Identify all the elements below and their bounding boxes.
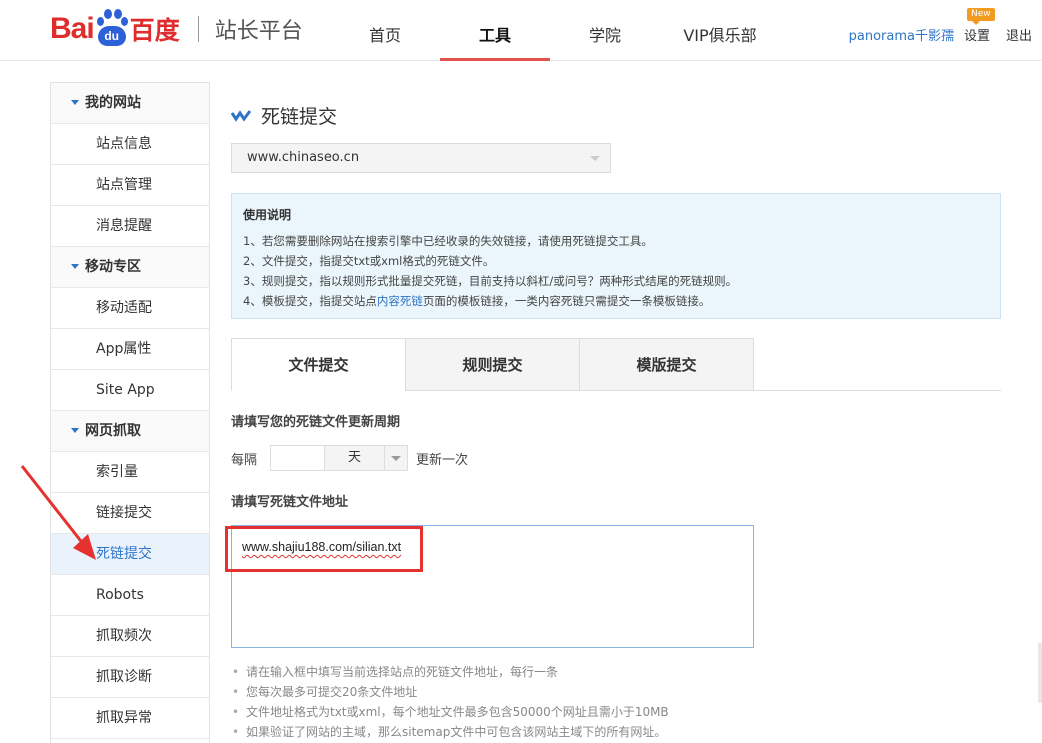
period-row: 每隔 天 更新一次 bbox=[231, 445, 468, 471]
caret-down-icon bbox=[71, 263, 79, 269]
settings-link[interactable]: New 设置 bbox=[963, 8, 995, 44]
sidebar-item-app-attr[interactable]: App属性 bbox=[51, 329, 209, 370]
sidebar-item-crawl-diag[interactable]: 抓取诊断 bbox=[51, 657, 209, 698]
sidebar-item-site-app[interactable]: Site App bbox=[51, 370, 209, 411]
tip-item: 文件地址格式为txt或xml，每个地址文件最多包含50000个网址且需小于10M… bbox=[232, 702, 669, 722]
tab-file-submit[interactable]: 文件提交 bbox=[231, 338, 406, 391]
tip-item: 您每次最多可提交20条文件地址 bbox=[232, 682, 669, 702]
usage-title: 使用说明 bbox=[243, 208, 292, 222]
sidebar: 我的网站 站点信息 站点管理 消息提醒 移动专区 移动适配 App属性 Site… bbox=[50, 82, 210, 743]
scrollbar[interactable] bbox=[1038, 643, 1042, 703]
logo-baidu-text: 百度 bbox=[129, 16, 180, 45]
period-label: 请填写您的死链文件更新周期 bbox=[231, 415, 401, 430]
chevron-down-icon bbox=[590, 156, 600, 161]
usage-line-1: 1、若您需要删除网站在搜索引擎中已经收录的失效链接，请使用死链提交工具。 bbox=[243, 234, 653, 248]
period-suffix: 更新一次 bbox=[416, 452, 469, 468]
new-badge: New bbox=[966, 8, 995, 25]
sidebar-item-dead-link[interactable]: 死链提交 bbox=[51, 534, 209, 575]
tip-item: 如果验证了网站的主域，那么sitemap文件中可包含该网站主域下的所有网址。 bbox=[232, 722, 669, 742]
nav-home[interactable]: 首页 bbox=[330, 0, 440, 61]
usage-line-3: 3、规则提交，指以规则形式批量提交死链，目前支持以斜杠/或问号？两种形式结尾的死… bbox=[243, 274, 738, 288]
user-name-link[interactable]: panorama千影孺 bbox=[849, 25, 954, 44]
period-unit-select[interactable]: 天 bbox=[325, 446, 386, 470]
sidebar-item-mobile-adapt[interactable]: 移动适配 bbox=[51, 288, 209, 329]
usage-line-4-suffix: 页面的模板链接，一类内容死链只需提交一条模板链接。 bbox=[422, 294, 711, 308]
logo-divider bbox=[197, 16, 199, 42]
sidebar-group-label: 移动专区 bbox=[85, 259, 141, 275]
sidebar-item-robots[interactable]: Robots bbox=[51, 575, 209, 616]
paw-icon: du bbox=[95, 9, 129, 49]
sidebar-item-site-manage[interactable]: 站点管理 bbox=[51, 165, 209, 206]
period-prefix: 每隔 bbox=[231, 452, 258, 468]
main-nav: 首页 工具 学院 VIP俱乐部 bbox=[330, 0, 780, 61]
top-header: Bai du 百度 站长平台 首页 工具 学院 VIP俱乐部 panorama千… bbox=[0, 0, 1042, 61]
caret-down-icon bbox=[71, 99, 79, 105]
page-title: 死链提交 bbox=[261, 106, 338, 128]
sidebar-group-crawl[interactable]: 网页抓取 bbox=[51, 411, 209, 452]
tips-list: 请在输入框中填写当前选择站点的死链文件地址，每行一条 您每次最多可提交20条文件… bbox=[232, 662, 669, 742]
chevron-down-icon[interactable] bbox=[385, 446, 408, 470]
tab-template-submit[interactable]: 模版提交 bbox=[579, 338, 754, 391]
content-dead-link-link[interactable]: 内容死链 bbox=[377, 294, 423, 308]
usage-line-2: 2、文件提交，指提交txt或xml格式的死链文件。 bbox=[243, 254, 495, 268]
red-highlight-box bbox=[225, 526, 423, 572]
period-days-input[interactable] bbox=[271, 446, 326, 470]
settings-label: 设置 bbox=[963, 29, 990, 44]
nav-academy[interactable]: 学院 bbox=[550, 0, 660, 61]
sidebar-item-crawl-freq[interactable]: 抓取频次 bbox=[51, 616, 209, 657]
usage-line-4: 4、模板提交，指提交站点内容死链页面的模板链接，一类内容死链只需提交一条模板链接… bbox=[243, 291, 989, 311]
product-name: 站长平台 bbox=[214, 19, 303, 44]
usage-line-4-prefix: 4、模板提交，指提交站点 bbox=[243, 294, 377, 308]
submit-tabs: 文件提交 规则提交 模版提交 bbox=[231, 338, 1001, 391]
sidebar-group-label: 网页抓取 bbox=[85, 423, 141, 439]
sidebar-item-crawl-error[interactable]: 抓取异常 bbox=[51, 698, 209, 739]
checkmark-wave-icon bbox=[231, 109, 251, 122]
user-area: panorama千影孺 New 设置 退出 bbox=[849, 8, 1032, 44]
sidebar-group-label: 我的网站 bbox=[85, 95, 141, 111]
site-select-value: www.chinaseo.cn bbox=[247, 150, 360, 165]
tip-item: 请在输入框中填写当前选择站点的死链文件地址，每行一条 bbox=[232, 662, 669, 682]
baidu-logo[interactable]: Bai du 百度 站长平台 bbox=[50, 6, 303, 52]
logo-du-text: du bbox=[97, 26, 126, 46]
nav-tools[interactable]: 工具 bbox=[440, 0, 550, 61]
sidebar-item-messages[interactable]: 消息提醒 bbox=[51, 206, 209, 247]
sidebar-item-index[interactable]: 索引量 bbox=[51, 452, 209, 493]
url-section-label: 请填写死链文件地址 bbox=[231, 495, 349, 510]
caret-down-icon bbox=[71, 427, 79, 433]
sidebar-group-mobile[interactable]: 移动专区 bbox=[51, 247, 209, 288]
tab-rule-submit[interactable]: 规则提交 bbox=[405, 338, 580, 391]
usage-instructions: 使用说明 1、若您需要删除网站在搜索引擎中已经收录的失效链接，请使用死链提交工具… bbox=[231, 193, 1001, 319]
sidebar-group-my-site[interactable]: 我的网站 bbox=[51, 83, 209, 124]
sidebar-item-site-info[interactable]: 站点信息 bbox=[51, 124, 209, 165]
logo-bai-text: Bai bbox=[50, 12, 95, 45]
period-control: 天 bbox=[270, 445, 409, 471]
site-select[interactable]: www.chinaseo.cn bbox=[231, 143, 611, 173]
page-title-row: 死链提交 bbox=[231, 102, 337, 129]
nav-vip-club[interactable]: VIP俱乐部 bbox=[660, 0, 780, 61]
logout-link[interactable]: 退出 bbox=[1006, 25, 1032, 44]
sidebar-item-link-submit[interactable]: 链接提交 bbox=[51, 493, 209, 534]
